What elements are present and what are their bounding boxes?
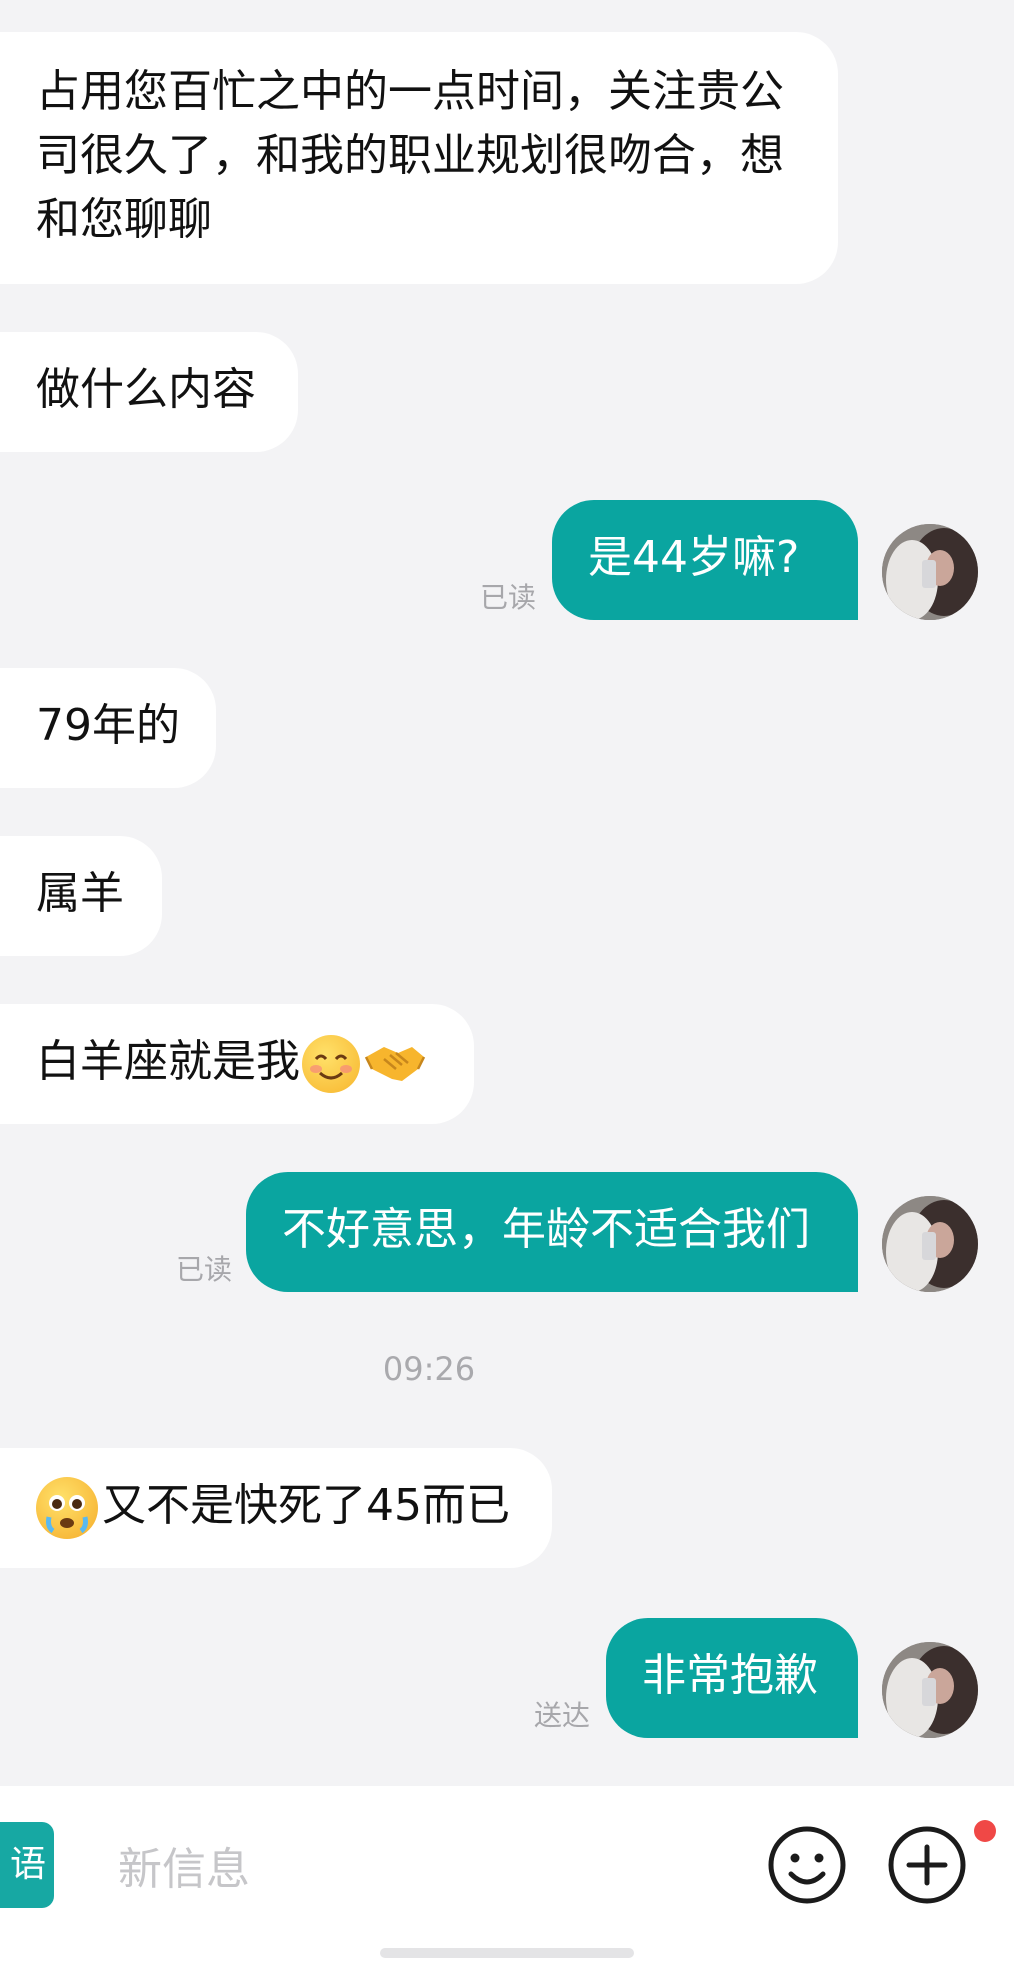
- message-text: 又不是快死了45而已: [102, 1480, 510, 1531]
- incoming-message[interactable]: 占用您百忙之中的一点时间，关注贵公司很久了，和我的职业规划很吻合，想和您聊聊: [0, 32, 838, 284]
- incoming-message[interactable]: 做什么内容: [0, 332, 298, 452]
- avatar[interactable]: [882, 524, 978, 620]
- message-text: 占用您百忙之中的一点时间，关注贵公司很久了，和我的职业规划很吻合，想和您聊聊: [36, 66, 784, 245]
- avatar-image: [882, 1196, 978, 1292]
- message-text: 79年的: [36, 700, 180, 751]
- timestamp: 09:26: [382, 1350, 476, 1388]
- outgoing-message[interactable]: 不好意思，年龄不适合我们: [246, 1172, 858, 1292]
- message-input[interactable]: [116, 1830, 720, 1908]
- outgoing-message[interactable]: 非常抱歉: [606, 1618, 858, 1738]
- incoming-message[interactable]: 白羊座就是我: [0, 1004, 474, 1124]
- message-text: 属羊: [36, 868, 124, 919]
- message-text: 白羊座就是我: [36, 1036, 300, 1087]
- quick-phrase-button[interactable]: 语: [0, 1822, 54, 1908]
- pleading-face-emoji-icon: [36, 1477, 98, 1539]
- message-text: 非常抱歉: [642, 1650, 818, 1701]
- incoming-message[interactable]: 属羊: [0, 836, 162, 956]
- read-status: 已读: [480, 581, 537, 614]
- outgoing-message[interactable]: 是44岁嘛?: [552, 500, 858, 620]
- read-status: 已读: [176, 1253, 233, 1286]
- emoji-icon[interactable]: [766, 1824, 848, 1906]
- avatar-image: [882, 524, 978, 620]
- smiling-face-emoji-icon: [302, 1035, 360, 1093]
- message-text: 做什么内容: [36, 364, 256, 415]
- message-text: 不好意思，年龄不适合我们: [282, 1204, 810, 1255]
- handshake-emoji-icon: [362, 1035, 428, 1093]
- home-indicator: [380, 1948, 634, 1958]
- delivered-status: 送达: [534, 1699, 591, 1732]
- notification-dot: [974, 1820, 996, 1842]
- avatar[interactable]: [882, 1642, 978, 1738]
- avatar-image: [882, 1642, 978, 1738]
- plus-icon[interactable]: [886, 1824, 968, 1906]
- incoming-message[interactable]: 又不是快死了45而已: [0, 1448, 552, 1568]
- message-text: 是44岁嘛?: [588, 532, 800, 583]
- avatar[interactable]: [882, 1196, 978, 1292]
- incoming-message[interactable]: 79年的: [0, 668, 216, 788]
